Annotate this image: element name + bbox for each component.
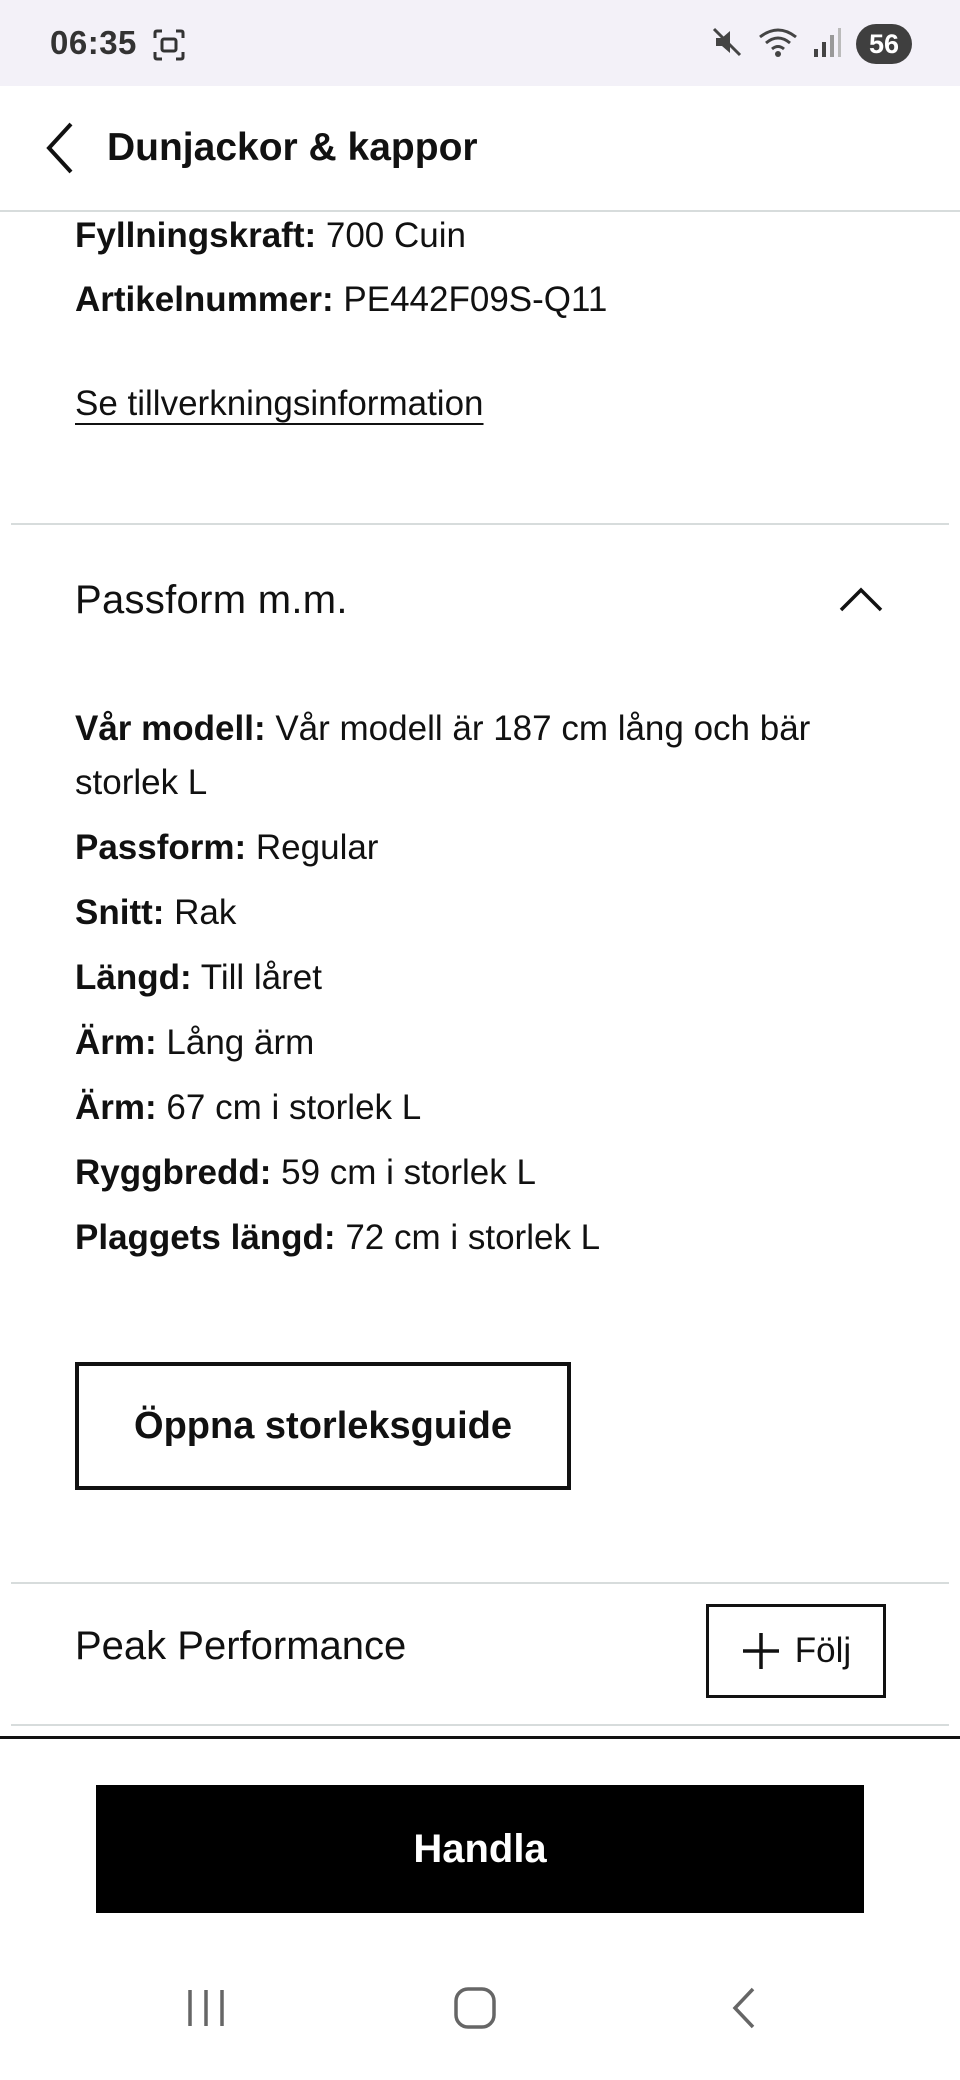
fit-row-label: Plaggets längd: — [75, 1218, 336, 1257]
fit-row-value: 67 cm i storlek L — [156, 1088, 422, 1127]
app-header: Dunjackor & kappor — [0, 86, 960, 212]
article-number-label: Artikelnummer: — [75, 280, 334, 319]
fit-row-value: Till låret — [191, 958, 322, 997]
fit-row-label: Passform: — [75, 828, 247, 867]
article-number-value: PE442F09S-Q11 — [333, 280, 608, 319]
system-nav-bar — [0, 1936, 960, 2080]
size-guide-button[interactable]: Öppna storleksguide — [75, 1362, 571, 1490]
fit-row-length: Längd: Till låret — [75, 951, 915, 1005]
fit-row-value: Rak — [164, 893, 237, 932]
fit-row-back-width: Ryggbredd: 59 cm i storlek L — [75, 1146, 915, 1200]
fit-row-sleeve-type: Ärm: Lång ärm — [75, 1016, 915, 1070]
fit-row-value: 59 cm i storlek L — [271, 1153, 536, 1192]
fill-power-row: Fyllningskraft: 700 Cuin — [75, 212, 466, 260]
signal-icon — [812, 25, 842, 64]
fit-row-cut: Snitt: Rak — [75, 886, 915, 940]
buy-button[interactable]: Handla — [96, 1785, 864, 1913]
battery-badge: 56 — [856, 24, 912, 64]
fit-row-sleeve-length: Ärm: 67 cm i storlek L — [75, 1081, 915, 1135]
fit-row-label: Längd: — [75, 958, 192, 997]
fit-section-toggle[interactable]: Passform m.m. — [0, 524, 960, 684]
divider — [11, 1724, 949, 1726]
fit-row-label: Ärm: — [75, 1023, 157, 1062]
status-bar: 06:35 56 — [0, 0, 960, 86]
brand-name: Peak Performance — [75, 1624, 407, 1668]
fit-section-title: Passform m.m. — [75, 578, 348, 622]
fit-row-label: Ärm: — [75, 1088, 157, 1127]
manufacturing-info-link[interactable]: Se tillverkningsinformation — [75, 380, 484, 428]
fit-row-label: Ryggbredd: — [75, 1153, 272, 1192]
fit-row-label: Vår modell: — [75, 709, 266, 748]
status-icons: 56 — [710, 22, 912, 66]
fit-row-fit: Passform: Regular — [75, 821, 915, 875]
screenshot-icon — [152, 28, 186, 62]
chevron-up-icon — [839, 587, 883, 612]
plus-icon — [742, 1633, 779, 1669]
back-icon — [732, 1987, 755, 2029]
bottom-cta-bar: Handla — [0, 1736, 960, 1936]
fit-row-label: Snitt: — [75, 893, 165, 932]
follow-label: Följ — [794, 1631, 852, 1670]
fit-row-value: 72 cm i storlek L — [335, 1218, 601, 1257]
brand-row: Peak Performance Följ — [0, 1584, 960, 1724]
fill-power-label: Fyllningskraft: — [75, 216, 317, 255]
fit-row-value: Regular — [246, 828, 379, 867]
fit-row-model: Vår modell: Vår modell är 187 cm lång oc… — [75, 702, 915, 810]
chevron-left-icon — [46, 122, 73, 174]
article-number-row: Artikelnummer: PE442F09S-Q11 — [75, 276, 607, 324]
follow-button[interactable]: Följ — [706, 1604, 886, 1698]
back-button[interactable] — [28, 116, 92, 180]
home-button[interactable] — [435, 1976, 515, 2040]
wifi-icon — [758, 25, 798, 64]
product-details[interactable]: Fyllningskraft: 700 Cuin Artikelnummer: … — [0, 212, 960, 1736]
mute-icon — [710, 25, 744, 64]
fill-power-value: 700 Cuin — [316, 216, 466, 255]
fit-row-value: Lång ärm — [156, 1023, 315, 1062]
fit-list: Vår modell: Vår modell är 187 cm lång oc… — [75, 702, 915, 1276]
home-icon — [454, 1987, 496, 2029]
fit-row-garment-length: Plaggets längd: 72 cm i storlek L — [75, 1211, 915, 1265]
status-time: 06:35 — [50, 24, 137, 61]
page-title: Dunjackor & kappor — [107, 126, 478, 169]
recents-icon — [188, 1990, 224, 2026]
system-back-button[interactable] — [704, 1976, 784, 2040]
recents-button[interactable] — [166, 1976, 246, 2040]
